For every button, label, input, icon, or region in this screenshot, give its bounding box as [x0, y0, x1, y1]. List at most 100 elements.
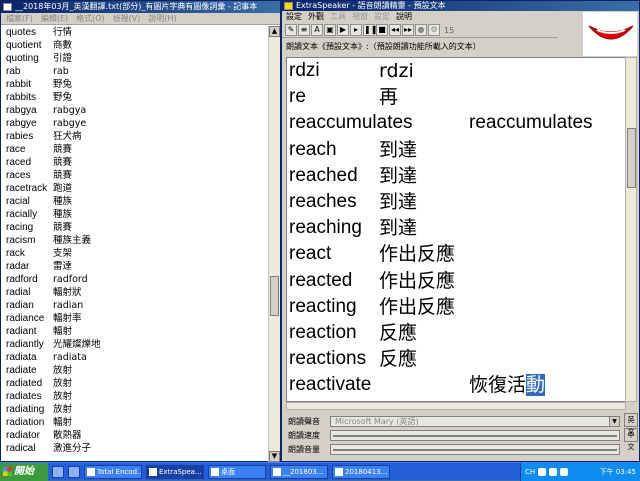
entry-word: race — [6, 144, 26, 155]
extraspeaker-title-bar[interactable]: ExtraSpeaker - 語音朗讀精靈 - 預設文本 — [282, 1, 639, 11]
reading-word: reacting — [289, 295, 357, 317]
network-icon[interactable] — [560, 468, 569, 476]
list-item: rack 支架 — [1, 247, 270, 260]
reading-scroll-thumb[interactable] — [627, 128, 636, 188]
reading-line: reached 到達 — [287, 163, 625, 189]
reading-text-area[interactable]: rdzi rdzi re 再 reaccumulates reaccumulates rea… — [286, 57, 626, 402]
pause-icon[interactable]: ❚❚ — [363, 24, 377, 36]
mascot-mouth-image — [582, 11, 638, 57]
start-button[interactable]: 開始 — [0, 462, 48, 481]
entry-meaning: 競賽 — [53, 170, 73, 181]
menu-window[interactable]: 視窗 — [352, 11, 368, 22]
entry-meaning: 野兔 — [53, 92, 73, 103]
entry-meaning: 放射 — [53, 391, 73, 402]
entry-meaning: 競賽 — [53, 144, 73, 155]
edit-icon[interactable]: ✎ — [285, 24, 297, 36]
speed-slider[interactable] — [330, 430, 620, 441]
entry-word: radiance — [6, 313, 45, 324]
reading-word: reach — [289, 138, 337, 160]
menu-help-right[interactable]: 說明 — [396, 11, 412, 22]
menu-edit[interactable]: 編輯(E) — [41, 13, 68, 24]
volume-slider[interactable] — [330, 444, 620, 455]
reading-word: reaches — [289, 190, 357, 212]
list-item: racially 種族 — [1, 208, 270, 221]
reading-horizontal-scrollbar[interactable] — [286, 402, 626, 410]
voice-row: 朗讀聲音 Microsoft Mary (英語) ▼ — [286, 416, 626, 428]
rewind-icon[interactable]: ◂◂ — [389, 24, 401, 36]
reading-line: reaction 反應 — [287, 320, 625, 346]
volume-icon[interactable] — [549, 468, 558, 476]
forward-icon[interactable]: ▸▸ — [402, 24, 414, 36]
entry-meaning: rabgye — [53, 118, 87, 129]
input-method-icon[interactable] — [538, 468, 547, 476]
entry-meaning: 野兔 — [53, 79, 73, 90]
notepad-app-icon — [3, 3, 12, 11]
entry-word: quoting — [6, 53, 39, 64]
quicklaunch-ie-icon[interactable] — [52, 465, 64, 478]
reading-meaning-text: 作出反應 — [379, 269, 456, 292]
entry-meaning: 雷達 — [53, 261, 73, 272]
entry-word: radical — [6, 443, 36, 454]
entry-word: rabgye — [6, 118, 37, 129]
volume-row: 朗讀音量 — [286, 444, 626, 456]
task-folder-20180413[interactable]: 20180413... — [332, 464, 390, 479]
save-icon[interactable]: ▣ — [324, 24, 336, 36]
volume-label: 朗讀音量 — [288, 445, 320, 454]
entry-meaning: 放射 — [53, 378, 73, 389]
quicklaunch-desktop-icon[interactable] — [68, 465, 80, 478]
entry-word: radiant — [6, 326, 37, 337]
stop-icon[interactable]: ■ — [376, 24, 388, 36]
font-icon[interactable]: A — [311, 24, 323, 36]
notepad-vertical-scrollbar[interactable]: ▲ ▼ — [268, 26, 280, 462]
play-next-icon[interactable]: ▸ — [350, 24, 362, 36]
entry-meaning: 放射 — [53, 404, 73, 415]
chinese-button[interactable]: 中文 — [624, 428, 638, 451]
entry-word: racism — [6, 235, 36, 246]
font-size-value[interactable]: 15 — [444, 26, 454, 35]
record-icon[interactable]: ● — [415, 24, 427, 36]
english-button[interactable]: 英文 — [624, 413, 638, 436]
menu-help[interactable]: 說明(H) — [148, 13, 176, 24]
entry-word: radiates — [6, 391, 42, 402]
reading-meaning: 恢復活動 — [469, 372, 546, 398]
menu-view[interactable]: 檢視(V) — [113, 13, 141, 24]
entry-word: radial — [6, 287, 31, 298]
task-extraspeaker[interactable]: ExtraSpea... — [146, 464, 204, 479]
system-tray: CH 下午 03:45 — [520, 463, 640, 481]
reading-meaning: rdzi — [379, 58, 414, 84]
windows-logo-icon — [3, 466, 12, 476]
menu-file[interactable]: 檔案(F) — [6, 13, 33, 24]
list-item: rabbit 野兔 — [1, 78, 270, 91]
menu-format[interactable]: 格式(O) — [76, 13, 105, 24]
language-indicator[interactable]: CH — [525, 468, 535, 476]
menu-tools[interactable]: 工具 — [330, 11, 346, 22]
chevron-down-icon[interactable]: ▼ — [609, 417, 619, 426]
list-item: radiation 輻射 — [1, 416, 270, 429]
list-item: rabgya rabgya — [1, 104, 270, 117]
scroll-down-icon[interactable]: ▼ — [269, 451, 280, 462]
notepad-title-bar[interactable]: __2018年03月_英漢翻譯.txt(部分)_有圖片字典有圖像詞彙 - 記事本 — [1, 1, 280, 13]
menu-config[interactable]: 設定 — [374, 11, 390, 22]
scroll-up-icon[interactable]: ▲ — [269, 26, 280, 37]
clock[interactable]: 下午 03:45 — [600, 467, 640, 477]
reading-meaning: 到達 — [379, 137, 417, 163]
menu-settings[interactable]: 設定 — [286, 11, 302, 22]
reading-vertical-scrollbar[interactable] — [625, 57, 637, 402]
task-desktop[interactable]: 桌面 — [208, 464, 266, 479]
entry-meaning: 光耀燦爍地 — [53, 339, 101, 350]
menu-appearance[interactable]: 外觀 — [308, 11, 324, 22]
entry-meaning: 輻射狀 — [53, 287, 82, 298]
task-total-encoder[interactable]: Total Encod... — [84, 464, 142, 479]
entry-meaning: 種族 — [53, 196, 73, 207]
voice-select[interactable]: Microsoft Mary (英語) ▼ — [330, 416, 620, 427]
notepad-text-area[interactable]: quotes 行情 quotient 商數 quoting 引證 rab rab rabbit 野… — [1, 26, 270, 462]
list-item: radiant 輻射 — [1, 325, 270, 338]
settings-icon[interactable]: ⚙ — [428, 24, 440, 36]
list-item: radial 輻射狀 — [1, 286, 270, 299]
play-icon[interactable]: ▶ — [337, 24, 349, 36]
open-icon[interactable]: ≡ — [298, 24, 310, 36]
entry-meaning: 跑道 — [53, 183, 73, 194]
task-notepad[interactable]: __201803... — [270, 464, 328, 479]
scroll-thumb[interactable] — [270, 276, 279, 316]
entry-word: radiated — [6, 378, 43, 389]
